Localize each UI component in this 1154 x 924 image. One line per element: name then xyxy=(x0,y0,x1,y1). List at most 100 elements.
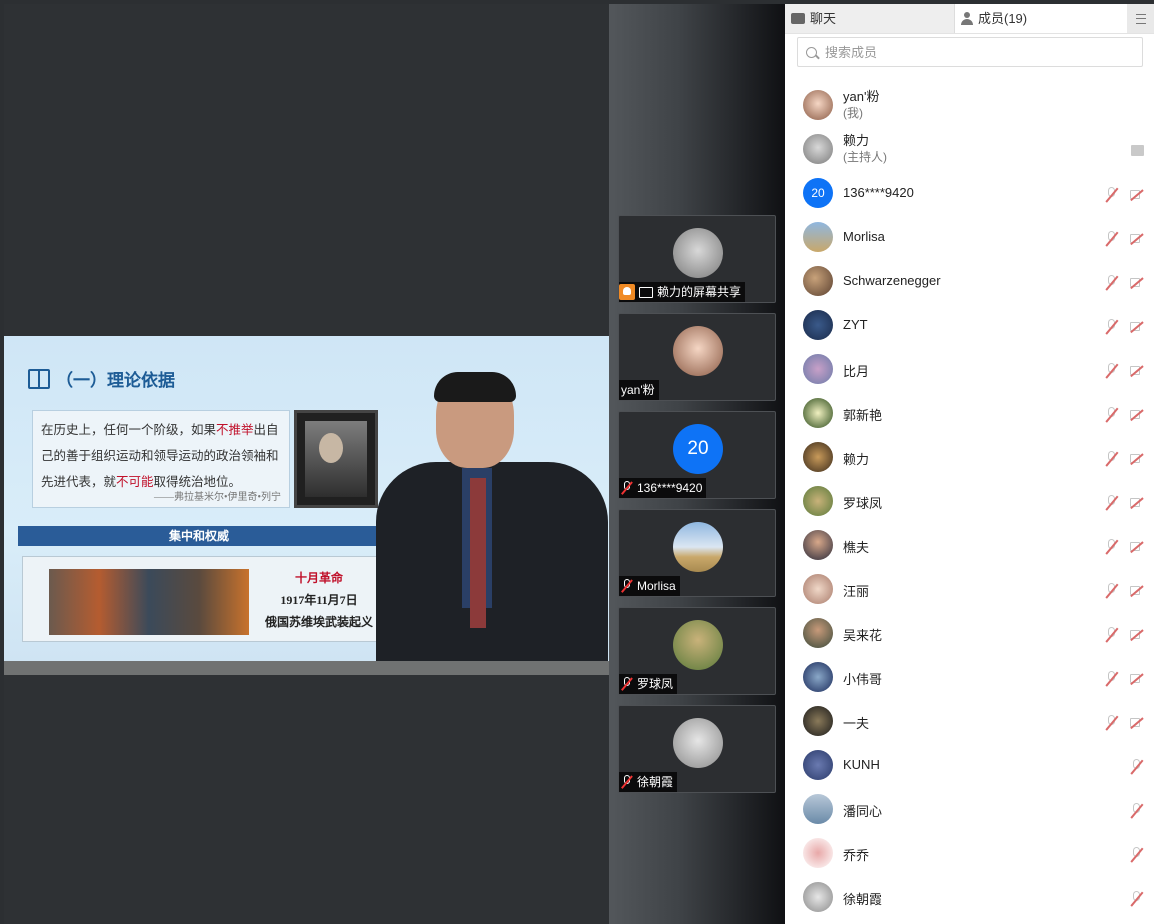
member-row[interactable]: 樵夫 xyxy=(785,523,1154,567)
member-row[interactable]: 20 136****9420 xyxy=(785,171,1154,215)
video-tile[interactable]: 20 136****9420 xyxy=(618,411,776,499)
mic-muted-icon[interactable] xyxy=(1105,627,1118,643)
member-row[interactable]: 徐朝霞 xyxy=(785,875,1154,919)
mic-muted-icon[interactable] xyxy=(1105,451,1118,467)
video-tile[interactable]: 徐朝霞 xyxy=(618,705,776,793)
tab-chat[interactable]: 聊天 xyxy=(785,4,955,33)
member-row[interactable]: 比月 xyxy=(785,347,1154,391)
member-row[interactable]: yan'粉 (我) xyxy=(785,83,1154,127)
mic-muted-icon xyxy=(621,677,633,691)
member-name: 乔乔 xyxy=(843,848,870,863)
member-avatar xyxy=(803,222,833,252)
chat-icon xyxy=(791,13,805,24)
slide-title: （一）理论依据 xyxy=(28,366,175,391)
camera-off-icon[interactable] xyxy=(1130,233,1146,244)
member-avatar xyxy=(803,706,833,736)
scroll-text: 十月革命 1917年11月7日 俄国苏维埃武装起义 xyxy=(259,567,379,633)
quote-signature: ——弗拉基米尔•伊里奇•列宁 xyxy=(153,492,281,503)
quote-text-1: 在历史上，任何一个阶级，如果 xyxy=(41,423,217,437)
member-avatar xyxy=(803,662,833,692)
scroll-line-2: 1917年11月7日 xyxy=(280,593,358,607)
mic-muted-icon[interactable] xyxy=(1105,671,1118,687)
tile-name: 徐朝霞 xyxy=(637,775,674,789)
member-avatar xyxy=(803,750,833,780)
camera-off-icon[interactable] xyxy=(1130,409,1146,420)
tile-caption: yan'粉 xyxy=(619,380,659,400)
tab-members-label: 成员(19) xyxy=(978,11,1028,26)
member-avatar xyxy=(803,354,833,384)
camera-off-icon[interactable] xyxy=(1130,673,1146,684)
member-name: 一夫 xyxy=(843,716,870,731)
mic-muted-icon[interactable] xyxy=(1130,803,1143,819)
member-row[interactable]: 罗球凤 xyxy=(785,479,1154,523)
camera-off-icon[interactable] xyxy=(1130,585,1146,596)
mic-muted-icon xyxy=(621,481,633,495)
search-input[interactable] xyxy=(823,43,1127,61)
member-avatar xyxy=(803,530,833,560)
tile-name: yan'粉 xyxy=(621,383,655,397)
tile-avatar: 20 xyxy=(673,424,723,474)
camera-off-icon[interactable] xyxy=(1130,277,1146,288)
camera-off-icon[interactable] xyxy=(1130,365,1146,376)
camera-off-icon[interactable] xyxy=(1130,717,1146,728)
mic-muted-icon[interactable] xyxy=(1130,847,1143,863)
video-tile[interactable]: Morlisa xyxy=(618,509,776,597)
slide-banner: 集中和权威 xyxy=(18,526,380,546)
tile-avatar xyxy=(673,228,723,278)
member-search[interactable] xyxy=(797,37,1143,67)
video-tile[interactable]: 罗球凤 xyxy=(618,607,776,695)
lenin-portrait xyxy=(294,410,378,508)
mic-muted-icon[interactable] xyxy=(1105,231,1118,247)
tile-caption: 徐朝霞 xyxy=(619,772,678,792)
member-avatar xyxy=(803,486,833,516)
member-name: 136****9420 xyxy=(843,185,914,200)
quote-box: 在历史上，任何一个阶级，如果不推举出自己的善于组织运动和领导运动的政治领袖和先进… xyxy=(32,410,290,508)
camera-off-icon[interactable] xyxy=(1130,321,1146,332)
camera-off-icon[interactable] xyxy=(1130,189,1146,200)
camera-off-icon[interactable] xyxy=(1130,497,1146,508)
mic-muted-icon[interactable] xyxy=(1130,759,1143,775)
tab-members[interactable]: 成员(19) xyxy=(955,4,1127,33)
tile-avatar xyxy=(673,522,723,572)
member-row[interactable]: 乔乔 xyxy=(785,831,1154,875)
mic-muted-icon[interactable] xyxy=(1105,495,1118,511)
person-share-icon xyxy=(619,284,635,300)
member-row[interactable]: KUNH xyxy=(785,743,1154,787)
tile-caption: 赖力的屏幕共享 xyxy=(619,282,746,302)
video-tile[interactable]: yan'粉 xyxy=(618,313,776,401)
member-row[interactable]: Schwarzenegger xyxy=(785,259,1154,303)
member-row[interactable]: 汪丽 xyxy=(785,567,1154,611)
mic-muted-icon[interactable] xyxy=(1105,363,1118,379)
member-name: 吴来花 xyxy=(843,628,883,643)
member-avatar xyxy=(803,90,833,120)
member-row[interactable]: ZYT xyxy=(785,303,1154,347)
camera-off-icon[interactable] xyxy=(1130,541,1146,552)
mic-muted-icon[interactable] xyxy=(1105,275,1118,291)
shared-slide: （一）理论依据 在历史上，任何一个阶级，如果不推举出自己的善于组织运动和领导运动… xyxy=(4,336,609,661)
member-row[interactable]: 郭新艳 xyxy=(785,391,1154,435)
member-row[interactable]: 潘同心 xyxy=(785,787,1154,831)
mic-muted-icon[interactable] xyxy=(1105,715,1118,731)
panel-tabs: 聊天 成员(19) xyxy=(785,4,1154,34)
mic-muted-icon[interactable] xyxy=(1105,583,1118,599)
tile-name: 罗球凤 xyxy=(637,677,674,691)
mic-muted-icon[interactable] xyxy=(1130,891,1143,907)
camera-off-icon[interactable] xyxy=(1130,629,1146,640)
mic-muted-icon[interactable] xyxy=(1105,319,1118,335)
member-row[interactable]: 吴来花 xyxy=(785,611,1154,655)
person-icon xyxy=(961,12,973,25)
member-row[interactable]: 一夫 xyxy=(785,699,1154,743)
member-name: KUNH xyxy=(843,757,880,772)
video-tile[interactable]: 赖力的屏幕共享 xyxy=(618,215,776,303)
member-row[interactable]: Morlisa xyxy=(785,215,1154,259)
panel-menu-button[interactable] xyxy=(1127,4,1154,33)
mic-muted-icon[interactable] xyxy=(1105,407,1118,423)
mic-muted-icon[interactable] xyxy=(1105,187,1118,203)
camera-off-icon[interactable] xyxy=(1130,453,1146,464)
member-name: 徐朝霞 xyxy=(843,892,883,907)
member-row[interactable]: 小伟哥 xyxy=(785,655,1154,699)
mic-muted-icon[interactable] xyxy=(1105,539,1118,555)
video-tiles-column: 赖力的屏幕共享 yan'粉 20 136****9420 Morlisa 罗球凤 xyxy=(609,4,785,924)
member-row[interactable]: 赖力 (主持人) xyxy=(785,127,1154,171)
member-row[interactable]: 赖力 xyxy=(785,435,1154,479)
